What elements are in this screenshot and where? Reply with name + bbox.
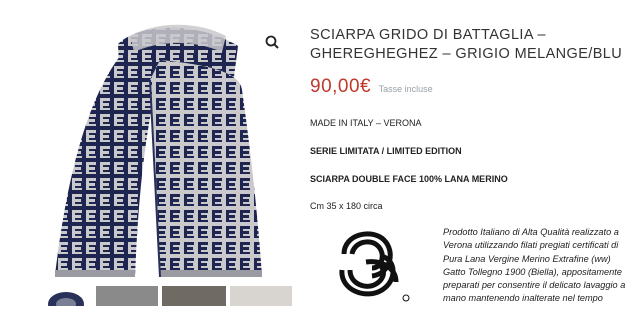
product-summary: SCIARPA GRIDO DI BATTAGLIA – GHEREGHEGHE… [310, 0, 630, 306]
thumbnail-3[interactable] [162, 286, 226, 306]
thumbnail-1-image [48, 292, 84, 306]
woolmark-logo [332, 224, 412, 306]
scarf-illustration [55, 24, 262, 278]
zoom-button[interactable] [263, 33, 283, 53]
product-description: Prodotto Italiano di Alta Qualità realiz… [443, 227, 626, 304]
price-amount: 90,00€ [310, 76, 372, 97]
edition-text: SERIE LIMITATA / LIMITED EDITION [310, 146, 462, 156]
material-text: SCIARPA DOUBLE FACE 100% LANA MERINO [310, 174, 508, 184]
woolmark-icon [339, 231, 410, 302]
product-title: SCIARPA GRIDO DI BATTAGLIA – GHEREGHEGHE… [310, 27, 623, 62]
product-gallery [0, 0, 296, 306]
thumbnail-4[interactable] [230, 286, 292, 306]
product-image[interactable] [0, 0, 296, 282]
thumbnail-strip [0, 286, 296, 306]
product-price: 90,00€ Tasse incluse [310, 76, 433, 98]
thumbnail-2[interactable] [96, 286, 158, 306]
thumbnail-1[interactable] [40, 286, 92, 306]
price-tax-note: Tasse incluse [378, 84, 433, 94]
size-text: Cm 35 x 180 circa [310, 201, 383, 211]
origin-text: MADE IN ITALY – VERONA [310, 118, 422, 128]
search-icon [265, 35, 279, 49]
